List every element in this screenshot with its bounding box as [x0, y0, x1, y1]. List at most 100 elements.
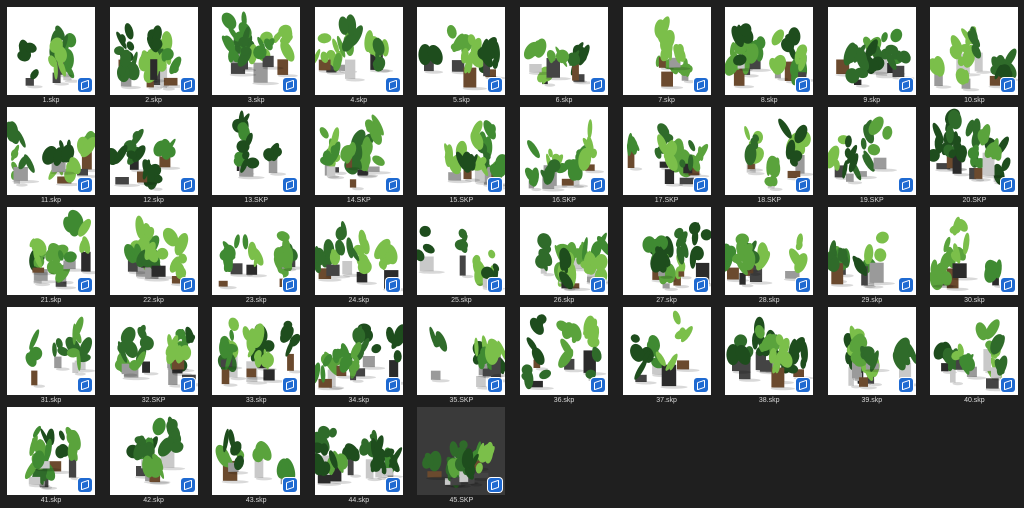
file-thumbnail-item[interactable]: 21.skp [7, 207, 95, 306]
file-thumbnail-item[interactable]: 41.skp [7, 407, 95, 506]
thumbnail-image[interactable] [7, 307, 95, 395]
file-thumbnail-item[interactable]: 11.skp [7, 107, 95, 206]
file-thumbnail-item[interactable]: 16.SKP [520, 107, 608, 206]
file-thumbnail-item[interactable]: 13.SKP [212, 107, 301, 206]
thumbnail-image[interactable] [212, 207, 301, 295]
file-thumbnail-item[interactable]: 5.skp [417, 7, 506, 106]
file-thumbnail-item[interactable]: 8.skp [725, 7, 814, 106]
file-thumbnail-item[interactable]: 25.skp [417, 207, 506, 306]
file-thumbnail-item[interactable]: 45.SKP [417, 407, 506, 506]
thumbnail-image[interactable] [725, 7, 814, 95]
file-thumbnail-item[interactable]: 9.skp [827, 7, 916, 106]
thumbnail-image[interactable] [930, 207, 1019, 295]
thumbnail-image[interactable] [417, 407, 506, 495]
thumbnail-image[interactable] [520, 307, 608, 395]
thumbnail-image[interactable] [417, 107, 506, 195]
thumbnail-image[interactable] [725, 207, 814, 295]
thumbnail-image[interactable] [417, 7, 506, 95]
file-thumbnail-item[interactable]: 44.skp [314, 407, 403, 506]
thumbnail-image[interactable] [212, 7, 301, 95]
thumbnail-image[interactable] [520, 107, 608, 195]
file-thumbnail-item[interactable]: 1.skp [7, 7, 95, 106]
file-thumbnail-item[interactable]: 39.skp [827, 307, 916, 406]
thumbnail-image[interactable] [827, 207, 916, 295]
sketchup-file-icon [796, 178, 811, 192]
file-thumbnail-item[interactable]: 2.skp [109, 7, 198, 106]
file-thumbnail-item[interactable]: 6.skp [520, 7, 608, 106]
thumbnail-image[interactable] [622, 7, 711, 95]
file-thumbnail-item[interactable]: 14.SKP [314, 107, 403, 206]
sketchup-file-icon [796, 378, 811, 392]
thumbnail-image[interactable] [7, 107, 95, 195]
file-thumbnail-item[interactable]: 15.SKP [417, 107, 506, 206]
thumbnail-image[interactable] [212, 407, 301, 495]
file-thumbnail-item[interactable]: 19.SKP [827, 107, 916, 206]
thumbnail-image[interactable] [725, 107, 814, 195]
file-thumbnail-item[interactable]: 24.skp [314, 207, 403, 306]
thumbnail-image[interactable] [827, 107, 916, 195]
sketchup-file-icon [385, 378, 400, 392]
thumbnail-image[interactable] [930, 107, 1019, 195]
file-name-label: 12.skp [143, 197, 164, 204]
thumbnail-image[interactable] [417, 307, 506, 395]
file-thumbnail-item[interactable]: 29.skp [827, 207, 916, 306]
thumbnail-image[interactable] [314, 207, 403, 295]
sketchup-file-icon [78, 78, 92, 92]
thumbnail-image[interactable] [520, 207, 608, 295]
file-thumbnail-item[interactable]: 20.SKP [930, 107, 1019, 206]
thumbnail-image[interactable] [7, 407, 95, 495]
file-thumbnail-item[interactable]: 12.skp [109, 107, 198, 206]
file-thumbnail-item[interactable]: 31.skp [7, 307, 95, 406]
file-thumbnail-item[interactable]: 28.skp [725, 207, 814, 306]
file-thumbnail-item[interactable]: 30.skp [930, 207, 1019, 306]
file-thumbnail-item[interactable]: 18.SKP [725, 107, 814, 206]
thumbnail-image[interactable] [109, 107, 198, 195]
file-thumbnail-item[interactable]: 22.skp [109, 207, 198, 306]
file-name-label: 35.SKP [449, 397, 474, 404]
thumbnail-image[interactable] [827, 7, 916, 95]
thumbnail-image[interactable] [7, 207, 95, 295]
thumbnail-image[interactable] [109, 7, 198, 95]
file-thumbnail-item[interactable]: 33.skp [212, 307, 301, 406]
thumbnail-image[interactable] [622, 307, 711, 395]
file-thumbnail-item[interactable]: 7.skp [622, 7, 711, 106]
thumbnail-image[interactable] [827, 307, 916, 395]
file-name-label: 40.skp [964, 397, 985, 404]
file-thumbnail-item[interactable]: 27.skp [622, 207, 711, 306]
file-thumbnail-item[interactable]: 34.skp [314, 307, 403, 406]
thumbnail-image[interactable] [314, 7, 403, 95]
file-thumbnail-item[interactable]: 3.skp [212, 7, 301, 106]
file-thumbnail-item[interactable]: 37.skp [622, 307, 711, 406]
thumbnail-image[interactable] [622, 107, 711, 195]
file-thumbnail-item[interactable]: 32.SKP [109, 307, 198, 406]
thumbnail-image[interactable] [212, 307, 301, 395]
thumbnail-image[interactable] [930, 7, 1019, 95]
file-thumbnail-item[interactable]: 4.skp [314, 7, 403, 106]
thumbnail-image[interactable] [314, 107, 403, 195]
thumbnail-image[interactable] [314, 307, 403, 395]
file-thumbnail-item[interactable]: 10.skp [930, 7, 1019, 106]
file-name-label: 37.skp [656, 397, 677, 404]
thumbnail-image[interactable] [7, 7, 95, 95]
sketchup-file-icon [385, 178, 400, 192]
thumbnail-image[interactable] [109, 207, 198, 295]
file-thumbnail-item[interactable]: 43.skp [212, 407, 301, 506]
thumbnail-image[interactable] [109, 307, 198, 395]
file-thumbnail-item[interactable]: 42.skp [109, 407, 198, 506]
thumbnail-image[interactable] [520, 7, 608, 95]
file-thumbnail-item[interactable]: 23.skp [212, 207, 301, 306]
thumbnail-image[interactable] [725, 307, 814, 395]
thumbnail-image[interactable] [417, 207, 506, 295]
file-name-label: 27.skp [656, 297, 677, 304]
file-thumbnail-item[interactable]: 38.skp [725, 307, 814, 406]
thumbnail-image[interactable] [930, 307, 1019, 395]
file-thumbnail-item[interactable]: 36.skp [520, 307, 608, 406]
file-thumbnail-item[interactable]: 26.skp [520, 207, 608, 306]
file-thumbnail-item[interactable]: 17.SKP [622, 107, 711, 206]
file-thumbnail-item[interactable]: 40.skp [930, 307, 1019, 406]
thumbnail-image[interactable] [109, 407, 198, 495]
thumbnail-image[interactable] [622, 207, 711, 295]
thumbnail-image[interactable] [212, 107, 301, 195]
thumbnail-image[interactable] [314, 407, 403, 495]
file-thumbnail-item[interactable]: 35.SKP [417, 307, 506, 406]
